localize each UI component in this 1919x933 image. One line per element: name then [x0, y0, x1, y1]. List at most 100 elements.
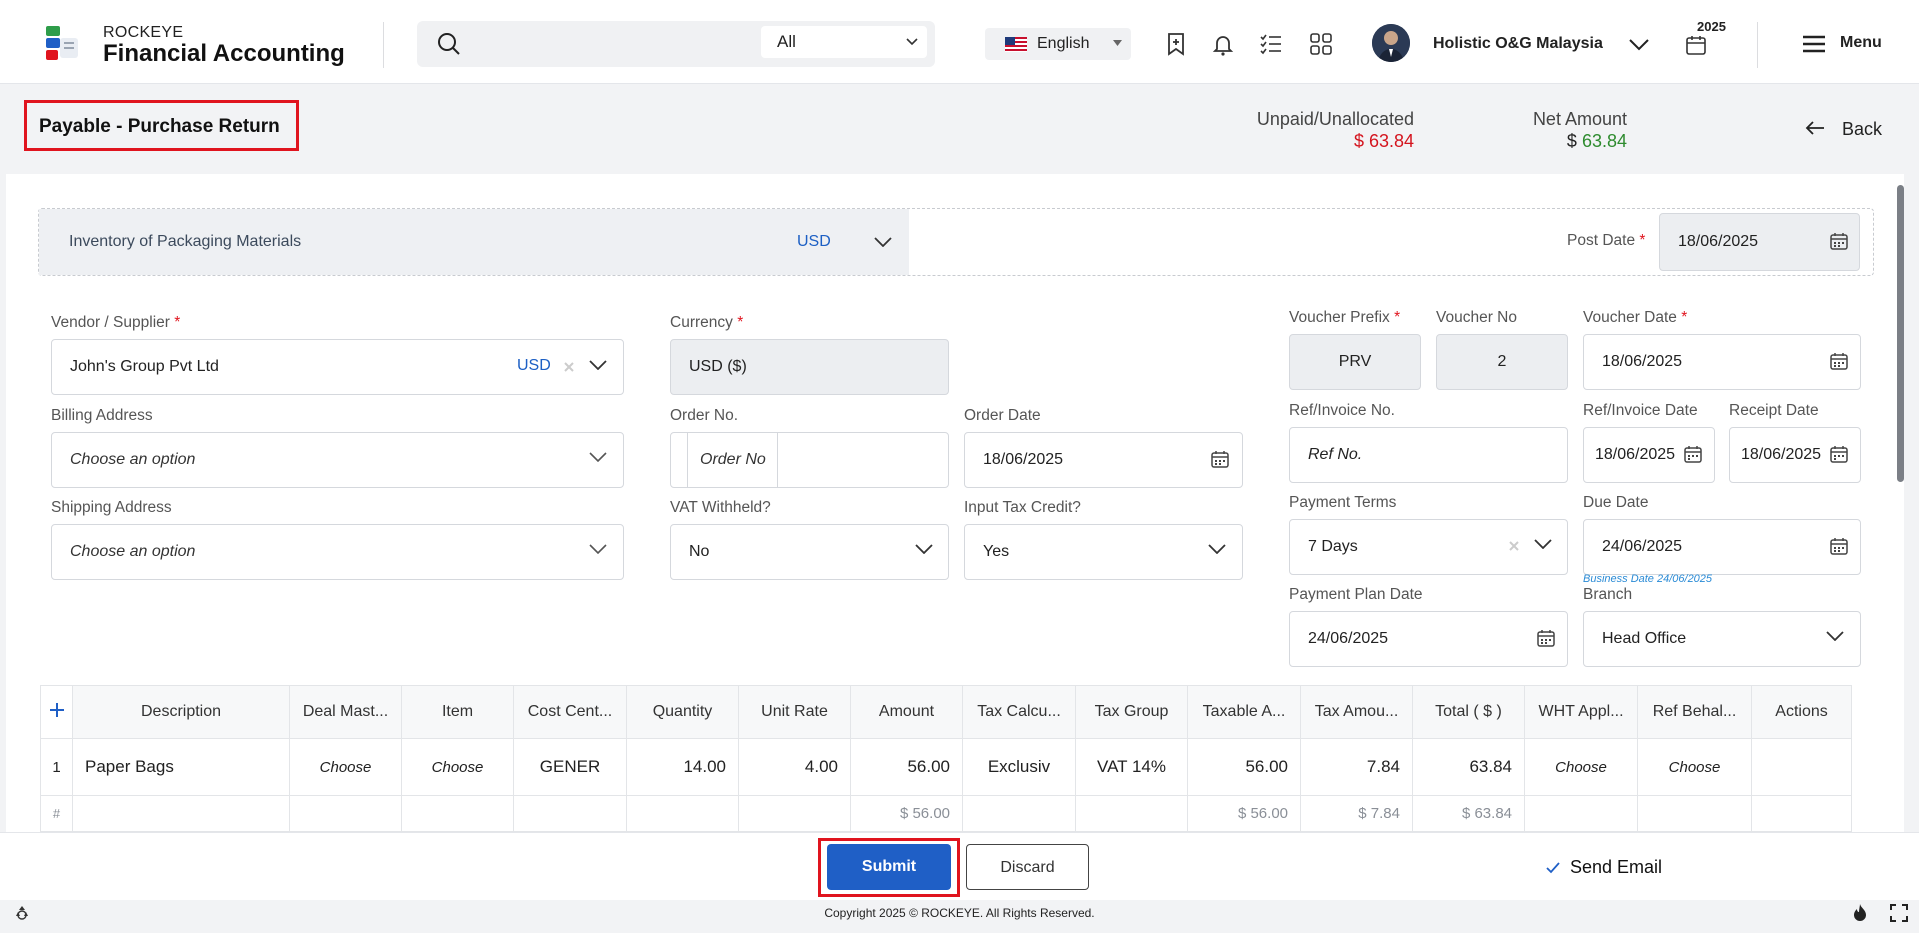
- chevron-down-icon[interactable]: [1208, 544, 1226, 554]
- arrow-left-icon[interactable]: [1804, 118, 1826, 138]
- chevron-down-icon[interactable]: [589, 544, 607, 554]
- order-no-input[interactable]: Order No: [687, 432, 778, 488]
- calendar-icon[interactable]: [1683, 444, 1703, 464]
- item-select[interactable]: Choose: [401, 738, 514, 796]
- description-cell[interactable]: Paper Bags: [72, 738, 290, 796]
- fullscreen-icon[interactable]: [1890, 904, 1908, 922]
- total-tax: $ 7.84: [1300, 795, 1413, 832]
- chevron-down-icon[interactable]: [874, 237, 892, 247]
- ref-invoice-no-label: Ref/Invoice No.: [1289, 402, 1395, 419]
- bell-icon[interactable]: [1210, 31, 1236, 57]
- calendar-icon[interactable]: [1829, 536, 1849, 556]
- due-date-label: Due Date: [1583, 494, 1649, 511]
- bookmark-add-icon[interactable]: [1163, 31, 1189, 57]
- col-total: Total ( $ ): [1412, 685, 1525, 739]
- apps-grid-icon[interactable]: [1308, 31, 1334, 57]
- company-name[interactable]: Holistic O&G Malaysia: [1433, 35, 1603, 53]
- calendar-icon[interactable]: [1829, 351, 1849, 371]
- taxable-amount-cell: 56.00: [1187, 738, 1301, 796]
- scrollbar[interactable]: [1897, 185, 1904, 482]
- table-totals-row: # $ 56.00 $ 56.00 $ 7.84 $ 63.84: [40, 795, 1852, 832]
- calendar-icon[interactable]: [1210, 449, 1230, 469]
- vendor-currency: USD: [517, 357, 551, 374]
- currency-label: Currency *: [670, 314, 744, 331]
- payment-terms-select[interactable]: 7 Days: [1289, 519, 1568, 575]
- checkmark-icon[interactable]: [1545, 860, 1561, 876]
- ref-behalf-select[interactable]: Choose: [1637, 738, 1752, 796]
- billing-address-select[interactable]: Choose an option: [51, 432, 624, 488]
- calendar-icon[interactable]: [1536, 628, 1556, 648]
- clear-icon[interactable]: [1508, 540, 1520, 552]
- search-scope-select[interactable]: All: [761, 26, 927, 58]
- order-date-field[interactable]: 18/06/2025: [964, 432, 1243, 488]
- input-tax-credit-label: Input Tax Credit?: [964, 499, 1081, 516]
- col-unit-rate: Unit Rate: [738, 685, 851, 739]
- totals-hash: #: [40, 795, 73, 832]
- voucher-prefix-label: Voucher Prefix *: [1289, 309, 1401, 326]
- fiscal-year-label: 2025: [1697, 19, 1726, 34]
- due-date-field[interactable]: 24/06/2025: [1583, 519, 1861, 575]
- calendar-icon[interactable]: [1829, 231, 1849, 251]
- chevron-down-icon[interactable]: [1826, 631, 1844, 641]
- row-index: 1: [40, 738, 73, 796]
- payment-terms-label: Payment Terms: [1289, 494, 1397, 511]
- search-icon[interactable]: [436, 31, 462, 57]
- send-email-checkbox[interactable]: Send Email: [1570, 857, 1662, 878]
- divider: [383, 22, 384, 68]
- receipt-date-label: Receipt Date: [1729, 402, 1819, 419]
- unit-rate-cell[interactable]: 4.00: [738, 738, 851, 796]
- chevron-down-icon[interactable]: [589, 360, 607, 370]
- avatar[interactable]: [1372, 24, 1410, 62]
- flame-icon[interactable]: [1851, 903, 1869, 923]
- business-date-note: Business Date 24/06/2025: [1583, 573, 1713, 585]
- recycle-icon[interactable]: [13, 904, 31, 922]
- back-button[interactable]: Back: [1842, 119, 1882, 140]
- actions-cell[interactable]: [1751, 738, 1852, 796]
- vat-withheld-select[interactable]: No: [670, 524, 949, 580]
- branch-select[interactable]: Head Office: [1583, 611, 1861, 667]
- discard-button[interactable]: Discard: [966, 844, 1089, 890]
- voucher-prefix-value: PRV: [1338, 353, 1372, 370]
- wht-select[interactable]: Choose: [1524, 738, 1638, 796]
- submit-button[interactable]: Submit: [827, 844, 951, 890]
- caret-down-icon: [1113, 40, 1122, 46]
- quantity-cell[interactable]: 14.00: [626, 738, 739, 796]
- search-scope-value: All: [777, 32, 796, 51]
- checklist-icon[interactable]: [1258, 31, 1284, 57]
- total-cell: 63.84: [1412, 738, 1525, 796]
- net-amount-label: Net Amount: [1532, 109, 1627, 129]
- amount-cell: 56.00: [850, 738, 963, 796]
- col-taxable-amount: Taxable A...: [1187, 685, 1301, 739]
- col-wht: WHT Appl...: [1524, 685, 1638, 739]
- post-date-label: Post Date *: [1567, 232, 1646, 249]
- payment-plan-date-value: 24/06/2025: [1308, 630, 1389, 647]
- chevron-down-icon[interactable]: [915, 544, 933, 554]
- col-tax-amount: Tax Amou...: [1300, 685, 1413, 739]
- col-tax-group: Tax Group: [1075, 685, 1188, 739]
- clear-icon[interactable]: [563, 361, 575, 373]
- calendar-icon[interactable]: [1829, 444, 1849, 464]
- chevron-down-icon[interactable]: [1534, 539, 1552, 549]
- rockeye-logo-icon[interactable]: [44, 24, 82, 64]
- language-label: English: [1037, 35, 1090, 52]
- chevron-down-icon[interactable]: [1629, 39, 1649, 51]
- shipping-address-select[interactable]: Choose an option: [51, 524, 624, 580]
- tax-calc-select[interactable]: Exclusiv: [962, 738, 1076, 796]
- plus-icon[interactable]: [48, 701, 66, 719]
- calendar-icon[interactable]: [1684, 33, 1710, 59]
- copyright: Copyright 2025 © ROCKEYE. All Rights Res…: [824, 906, 1095, 920]
- ref-invoice-no-input[interactable]: Ref No.: [1289, 427, 1568, 483]
- tax-group-select[interactable]: VAT 14%: [1075, 738, 1188, 796]
- menu-button[interactable]: Menu: [1840, 34, 1882, 52]
- chevron-down-icon[interactable]: [589, 452, 607, 462]
- hamburger-icon[interactable]: [1801, 31, 1827, 57]
- account-select[interactable]: Inventory of Packaging Materials: [39, 209, 909, 275]
- payment-plan-date-field[interactable]: 24/06/2025: [1289, 611, 1568, 667]
- total-grand: $ 63.84: [1412, 795, 1525, 832]
- voucher-no-label: Voucher No: [1436, 309, 1517, 326]
- deal-master-select[interactable]: Choose: [289, 738, 402, 796]
- add-row-button[interactable]: [40, 685, 73, 739]
- input-tax-credit-select[interactable]: Yes: [964, 524, 1243, 580]
- voucher-date-field[interactable]: 18/06/2025: [1583, 334, 1861, 390]
- cost-center-select[interactable]: GENER: [513, 738, 627, 796]
